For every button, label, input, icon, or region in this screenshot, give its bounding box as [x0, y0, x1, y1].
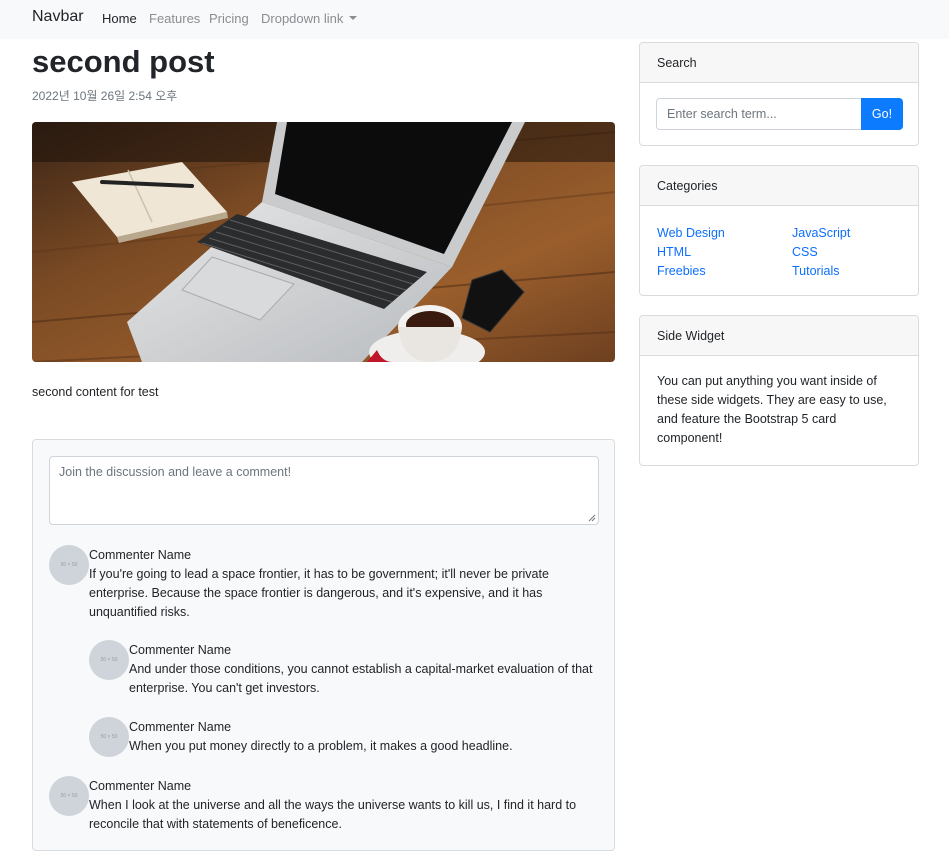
- search-go-button[interactable]: Go!: [861, 98, 903, 130]
- comment-text: And under those conditions, you cannot e…: [129, 662, 593, 695]
- avatar: 50 × 50: [49, 776, 89, 816]
- search-input[interactable]: Enter search term...: [656, 98, 862, 130]
- categories-widget-title: Categories: [640, 166, 918, 206]
- comment-textarea[interactable]: Join the discussion and leave a comment!: [49, 456, 599, 525]
- commenter-name: Commenter Name: [89, 779, 192, 793]
- category-link-freebies[interactable]: Freebies: [657, 264, 706, 278]
- commenter-name: Commenter Name: [129, 720, 232, 734]
- side-widget: Side Widget You can put anything you wan…: [639, 315, 919, 466]
- comment-text: If you're going to lead a space frontier…: [89, 567, 549, 619]
- comment-text: When you put money directly to a problem…: [129, 739, 513, 753]
- resize-grip-icon[interactable]: [588, 514, 596, 522]
- post-content: second content for test: [32, 385, 159, 399]
- nav-link-home[interactable]: Home: [102, 11, 137, 26]
- search-widget-title: Search: [640, 43, 918, 83]
- comment-placeholder: Join the discussion and leave a comment!: [59, 465, 292, 479]
- side-widget-text: You can put anything you want inside of …: [657, 374, 887, 445]
- navbar-brand[interactable]: Navbar: [32, 8, 84, 26]
- comment-text: When I look at the universe and all the …: [89, 798, 577, 831]
- avatar: 50 × 50: [49, 545, 89, 585]
- post-image: [32, 122, 615, 362]
- nav-dropdown-label: Dropdown link: [261, 11, 344, 26]
- avatar: 50 × 50: [89, 717, 129, 757]
- nav-link-features[interactable]: Features: [149, 11, 200, 26]
- categories-widget: Categories Web Design HTML Freebies Java…: [639, 165, 919, 296]
- post-title: second post: [32, 44, 215, 79]
- category-link-javascript[interactable]: JavaScript: [792, 226, 850, 240]
- category-link-web-design[interactable]: Web Design: [657, 226, 725, 240]
- search-widget: Search Enter search term... Go!: [639, 42, 919, 146]
- category-link-html[interactable]: HTML: [657, 245, 691, 259]
- commenter-name: Commenter Name: [89, 548, 192, 562]
- nav-link-pricing[interactable]: Pricing: [209, 11, 249, 26]
- nav-dropdown-toggle[interactable]: Dropdown link: [261, 11, 358, 26]
- comments-section: Join the discussion and leave a comment!…: [32, 439, 615, 851]
- avatar: 50 × 50: [89, 640, 129, 680]
- navbar: Navbar Home Features Pricing Dropdown li…: [0, 0, 949, 39]
- category-link-css[interactable]: CSS: [792, 245, 818, 259]
- side-widget-title: Side Widget: [640, 316, 918, 356]
- commenter-name: Commenter Name: [129, 643, 232, 657]
- search-placeholder: Enter search term...: [667, 107, 777, 121]
- category-link-tutorials[interactable]: Tutorials: [792, 264, 839, 278]
- post-date: 2022년 10월 26일 2:54 오후: [32, 89, 178, 103]
- caret-down-icon: [349, 16, 358, 20]
